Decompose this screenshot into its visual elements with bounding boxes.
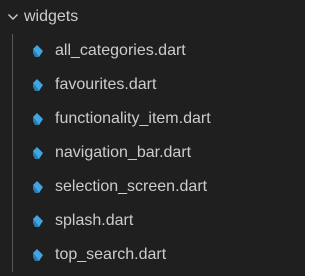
- file-item-splash[interactable]: splash.dart: [0, 204, 305, 238]
- file-explorer: widgets all_categories.dart favourites.d…: [0, 0, 305, 276]
- dart-file-icon: [30, 145, 46, 161]
- file-item-navigation-bar[interactable]: navigation_bar.dart: [0, 136, 305, 170]
- file-item-functionality-item[interactable]: functionality_item.dart: [0, 102, 305, 136]
- dart-file-icon: [30, 247, 46, 263]
- folder-label: widgets: [24, 8, 79, 25]
- file-item-all-categories[interactable]: all_categories.dart: [0, 34, 305, 68]
- chevron-down-icon[interactable]: [4, 8, 22, 26]
- dart-file-icon: [30, 179, 46, 195]
- dart-file-icon: [30, 213, 46, 229]
- dart-file-icon: [30, 111, 46, 127]
- file-label: splash.dart: [55, 212, 134, 229]
- file-item-selection-screen[interactable]: selection_screen.dart: [0, 170, 305, 204]
- folder-row-widgets[interactable]: widgets: [0, 3, 305, 31]
- dart-file-icon: [30, 43, 46, 59]
- file-item-favourites[interactable]: favourites.dart: [0, 68, 305, 102]
- file-list: all_categories.dart favourites.dart func…: [0, 34, 305, 272]
- file-label: favourites.dart: [55, 76, 157, 93]
- file-label: top_search.dart: [55, 246, 167, 263]
- file-label: all_categories.dart: [55, 42, 186, 59]
- dart-file-icon: [30, 77, 46, 93]
- file-label: navigation_bar.dart: [55, 144, 192, 161]
- right-background-strip: [305, 0, 315, 276]
- file-item-top-search[interactable]: top_search.dart: [0, 238, 305, 272]
- file-label: selection_screen.dart: [55, 178, 208, 195]
- file-label: functionality_item.dart: [55, 110, 211, 127]
